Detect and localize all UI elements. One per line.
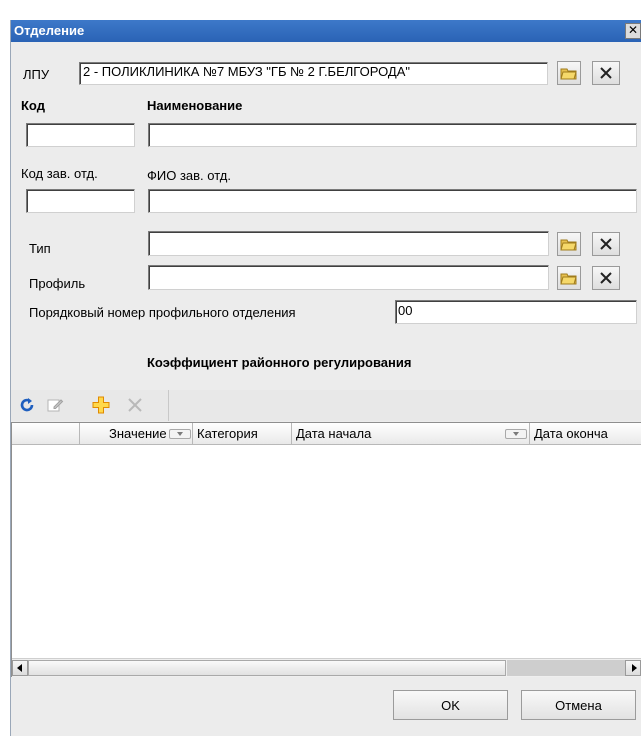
profile-clear-button[interactable]	[592, 266, 620, 290]
head-code-field[interactable]	[26, 189, 135, 213]
name-label: Наименование	[147, 98, 243, 113]
code-label: Код	[21, 98, 45, 113]
order-number-label: Порядковый номер профильного отделения	[29, 305, 296, 320]
value-sort-arrow-icon[interactable]	[169, 429, 191, 439]
column-header-value-label: Значение	[109, 426, 167, 441]
scroll-left-arrow-icon[interactable]	[12, 660, 28, 676]
type-clear-button[interactable]	[592, 232, 620, 256]
delete-icon[interactable]	[125, 395, 145, 415]
profile-field[interactable]	[148, 265, 549, 290]
clear-icon	[600, 272, 612, 284]
profile-input[interactable]	[152, 268, 545, 283]
type-label: Тип	[29, 241, 51, 256]
close-icon[interactable]: ✕	[625, 23, 641, 39]
grid-header: Значение Категория Дата начала Дата окон…	[12, 423, 641, 445]
column-header-end-date[interactable]: Дата оконча	[530, 423, 641, 444]
lpu-clear-button[interactable]	[592, 61, 620, 85]
head-code-label: Код зав. отд.	[21, 166, 98, 181]
name-field[interactable]	[148, 123, 637, 147]
scrollbar-thumb[interactable]	[28, 660, 506, 676]
add-icon[interactable]	[91, 395, 111, 415]
ok-button[interactable]: OK	[393, 690, 508, 720]
order-number-field[interactable]: 00	[395, 300, 637, 324]
profile-select-button[interactable]	[557, 266, 581, 290]
lpu-field[interactable]: 2 - ПОЛИКЛИНИКА №7 МБУЗ "ГБ № 2 Г.БЕЛГОР…	[79, 62, 548, 85]
type-input[interactable]	[152, 234, 545, 249]
column-header-category[interactable]: Категория	[193, 423, 292, 444]
folder-select-icon	[560, 239, 577, 251]
department-dialog: Отделение ✕ ЛПУ 2 - ПОЛИКЛИНИКА №7 МБУЗ …	[10, 20, 641, 736]
lpu-value: 2 - ПОЛИКЛИНИКА №7 МБУЗ "ГБ № 2 Г.БЕЛГОР…	[83, 64, 411, 79]
column-header-start-date[interactable]: Дата начала	[292, 423, 530, 444]
grid-toolbar	[11, 390, 641, 421]
head-fio-input[interactable]	[152, 192, 633, 207]
edit-icon[interactable]	[45, 395, 65, 415]
scrollbar-track[interactable]	[507, 660, 625, 676]
clear-icon	[600, 238, 612, 250]
folder-select-icon	[560, 273, 577, 285]
profile-label: Профиль	[29, 276, 86, 291]
window-title: Отделение	[14, 23, 85, 38]
lpu-label: ЛПУ	[23, 67, 50, 82]
lpu-select-button[interactable]	[557, 61, 581, 85]
folder-select-icon	[560, 68, 577, 80]
refresh-icon[interactable]	[17, 395, 37, 415]
type-select-button[interactable]	[557, 232, 581, 256]
coef-grid: Значение Категория Дата начала Дата окон…	[11, 422, 641, 677]
head-code-input[interactable]	[30, 192, 131, 207]
clear-icon	[600, 67, 612, 79]
order-number-value: 00	[398, 303, 413, 318]
horizontal-scrollbar[interactable]	[12, 658, 641, 677]
toolbar-separator	[168, 390, 169, 421]
head-fio-field[interactable]	[148, 189, 637, 213]
code-field[interactable]	[26, 123, 135, 147]
head-fio-label: ФИО зав. отд.	[147, 168, 231, 183]
name-input[interactable]	[152, 126, 633, 141]
column-header-select[interactable]	[12, 423, 80, 444]
start-date-sort-arrow-icon[interactable]	[505, 429, 527, 439]
type-field[interactable]	[148, 231, 549, 256]
scroll-right-arrow-icon[interactable]	[625, 660, 641, 676]
cancel-button[interactable]: Отмена	[521, 690, 636, 720]
coef-section-title: Коэффициент районного регулирования	[147, 355, 412, 370]
title-bar: Отделение ✕	[11, 20, 641, 42]
code-input[interactable]	[30, 126, 131, 141]
